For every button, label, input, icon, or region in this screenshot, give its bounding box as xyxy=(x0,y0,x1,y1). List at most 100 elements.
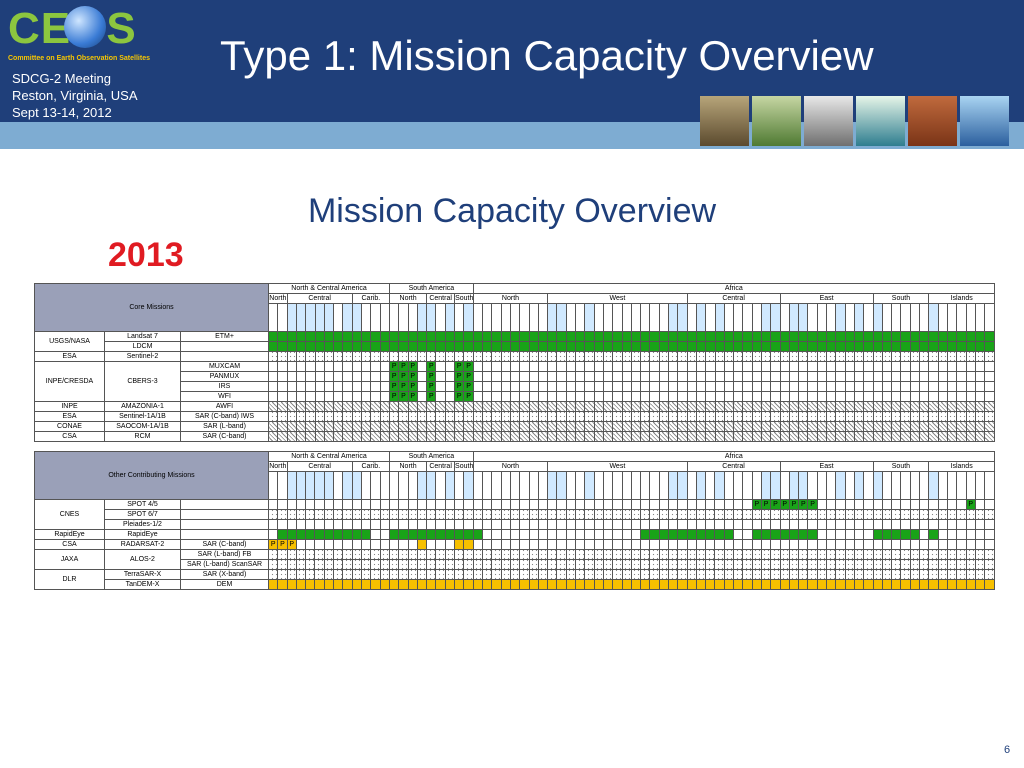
coverage-cell xyxy=(881,381,893,392)
coverage-cell xyxy=(565,421,577,432)
coverage-cell xyxy=(946,519,958,530)
coverage-cell xyxy=(575,331,586,342)
coverage-cell xyxy=(900,421,911,432)
coverage-cell xyxy=(435,539,446,550)
country-code-cell xyxy=(314,303,325,332)
coverage-cell xyxy=(509,391,521,402)
coverage-cell xyxy=(853,539,865,550)
coverage-cell xyxy=(705,401,716,412)
coverage-cell xyxy=(695,421,707,432)
coverage-cell xyxy=(556,559,567,570)
country-code-cell xyxy=(742,471,753,500)
coverage-cell xyxy=(537,411,549,422)
coverage-cell xyxy=(407,559,418,570)
coverage-cell xyxy=(407,549,418,560)
coverage-cell xyxy=(630,431,642,442)
country-code-cell xyxy=(463,471,474,500)
coverage-cell xyxy=(398,549,409,560)
coverage-cell xyxy=(584,361,595,372)
coverage-cell xyxy=(640,371,651,382)
coverage-cell xyxy=(444,411,456,422)
coverage-cell xyxy=(602,401,614,412)
coverage-cell xyxy=(547,569,558,580)
coverage-cell xyxy=(621,559,632,570)
coverage-cell xyxy=(286,401,297,412)
coverage-cell xyxy=(928,391,939,402)
coverage-cell xyxy=(388,341,400,352)
coverage-cell xyxy=(323,411,335,422)
coverage-cell xyxy=(537,421,549,432)
coverage-cell xyxy=(556,381,567,392)
coverage-cell xyxy=(956,569,967,580)
coverage-cell xyxy=(537,579,549,590)
coverage-cell xyxy=(649,579,660,590)
coverage-cell xyxy=(267,509,279,520)
subregion-header: North xyxy=(388,293,428,304)
coverage-cell xyxy=(695,569,707,580)
coverage-cell xyxy=(435,351,446,362)
coverage-cell xyxy=(472,499,484,510)
coverage-cell xyxy=(974,559,986,570)
coverage-cell xyxy=(482,411,493,422)
coverage-cell xyxy=(630,579,642,590)
coverage-cell xyxy=(398,569,409,580)
coverage-cell xyxy=(844,549,855,560)
country-code-cell xyxy=(537,471,549,500)
coverage-cell xyxy=(937,391,948,402)
coverage-cell xyxy=(844,559,855,570)
coverage-cell xyxy=(798,401,809,412)
coverage-cell xyxy=(547,331,558,342)
coverage-cell xyxy=(881,529,893,540)
coverage-cell xyxy=(928,361,939,372)
coverage-cell xyxy=(770,529,781,540)
coverage-cell xyxy=(695,549,707,560)
mission-cell: RADARSAT-2 xyxy=(104,539,181,550)
coverage-cell xyxy=(323,519,335,530)
coverage-cell xyxy=(491,431,502,442)
coverage-cell xyxy=(677,341,688,352)
coverage-cell xyxy=(751,421,763,432)
coverage-cell xyxy=(798,431,809,442)
coverage-cell xyxy=(398,421,409,432)
coverage-cell xyxy=(984,371,995,382)
coverage-cell xyxy=(630,421,642,432)
coverage-cell xyxy=(500,509,511,520)
coverage-cell xyxy=(667,509,679,520)
coverage-cell xyxy=(491,569,502,580)
coverage-cell xyxy=(277,371,288,382)
coverage-cell xyxy=(677,401,688,412)
coverage-cell xyxy=(612,559,623,570)
coverage-cell xyxy=(388,509,400,520)
coverage-cell xyxy=(491,391,502,402)
coverage-cell xyxy=(946,579,958,590)
coverage-cell xyxy=(946,411,958,422)
coverage-cell xyxy=(379,539,390,550)
country-code-cell xyxy=(398,471,409,500)
coverage-cell xyxy=(277,559,288,570)
coverage-cell xyxy=(835,401,846,412)
coverage-cell xyxy=(723,411,735,422)
coverage-cell xyxy=(491,341,502,352)
coverage-cell xyxy=(928,519,939,530)
coverage-cell xyxy=(509,519,521,530)
coverage-cell xyxy=(584,401,595,412)
coverage-cell xyxy=(751,509,762,520)
coverage-cell xyxy=(333,421,344,432)
coverage-cell xyxy=(519,371,530,382)
country-code-cell xyxy=(602,303,614,332)
mission-row: CONAE SAOCOM-1A/1B SAR (L-band) xyxy=(34,421,995,432)
coverage-cell xyxy=(872,499,883,510)
coverage-cell xyxy=(509,431,521,442)
coverage-cell xyxy=(909,401,921,412)
coverage-cell xyxy=(379,401,391,412)
coverage-cell xyxy=(677,361,688,372)
region-header: South America xyxy=(388,451,474,462)
coverage-cell xyxy=(667,559,679,570)
coverage-cell xyxy=(509,529,521,540)
coverage-cell xyxy=(612,341,623,352)
coverage-cell xyxy=(407,351,418,362)
subregion-header: Central xyxy=(686,461,781,472)
coverage-cell xyxy=(881,391,893,402)
coverage-cell xyxy=(482,421,493,432)
coverage-cell xyxy=(305,579,316,590)
